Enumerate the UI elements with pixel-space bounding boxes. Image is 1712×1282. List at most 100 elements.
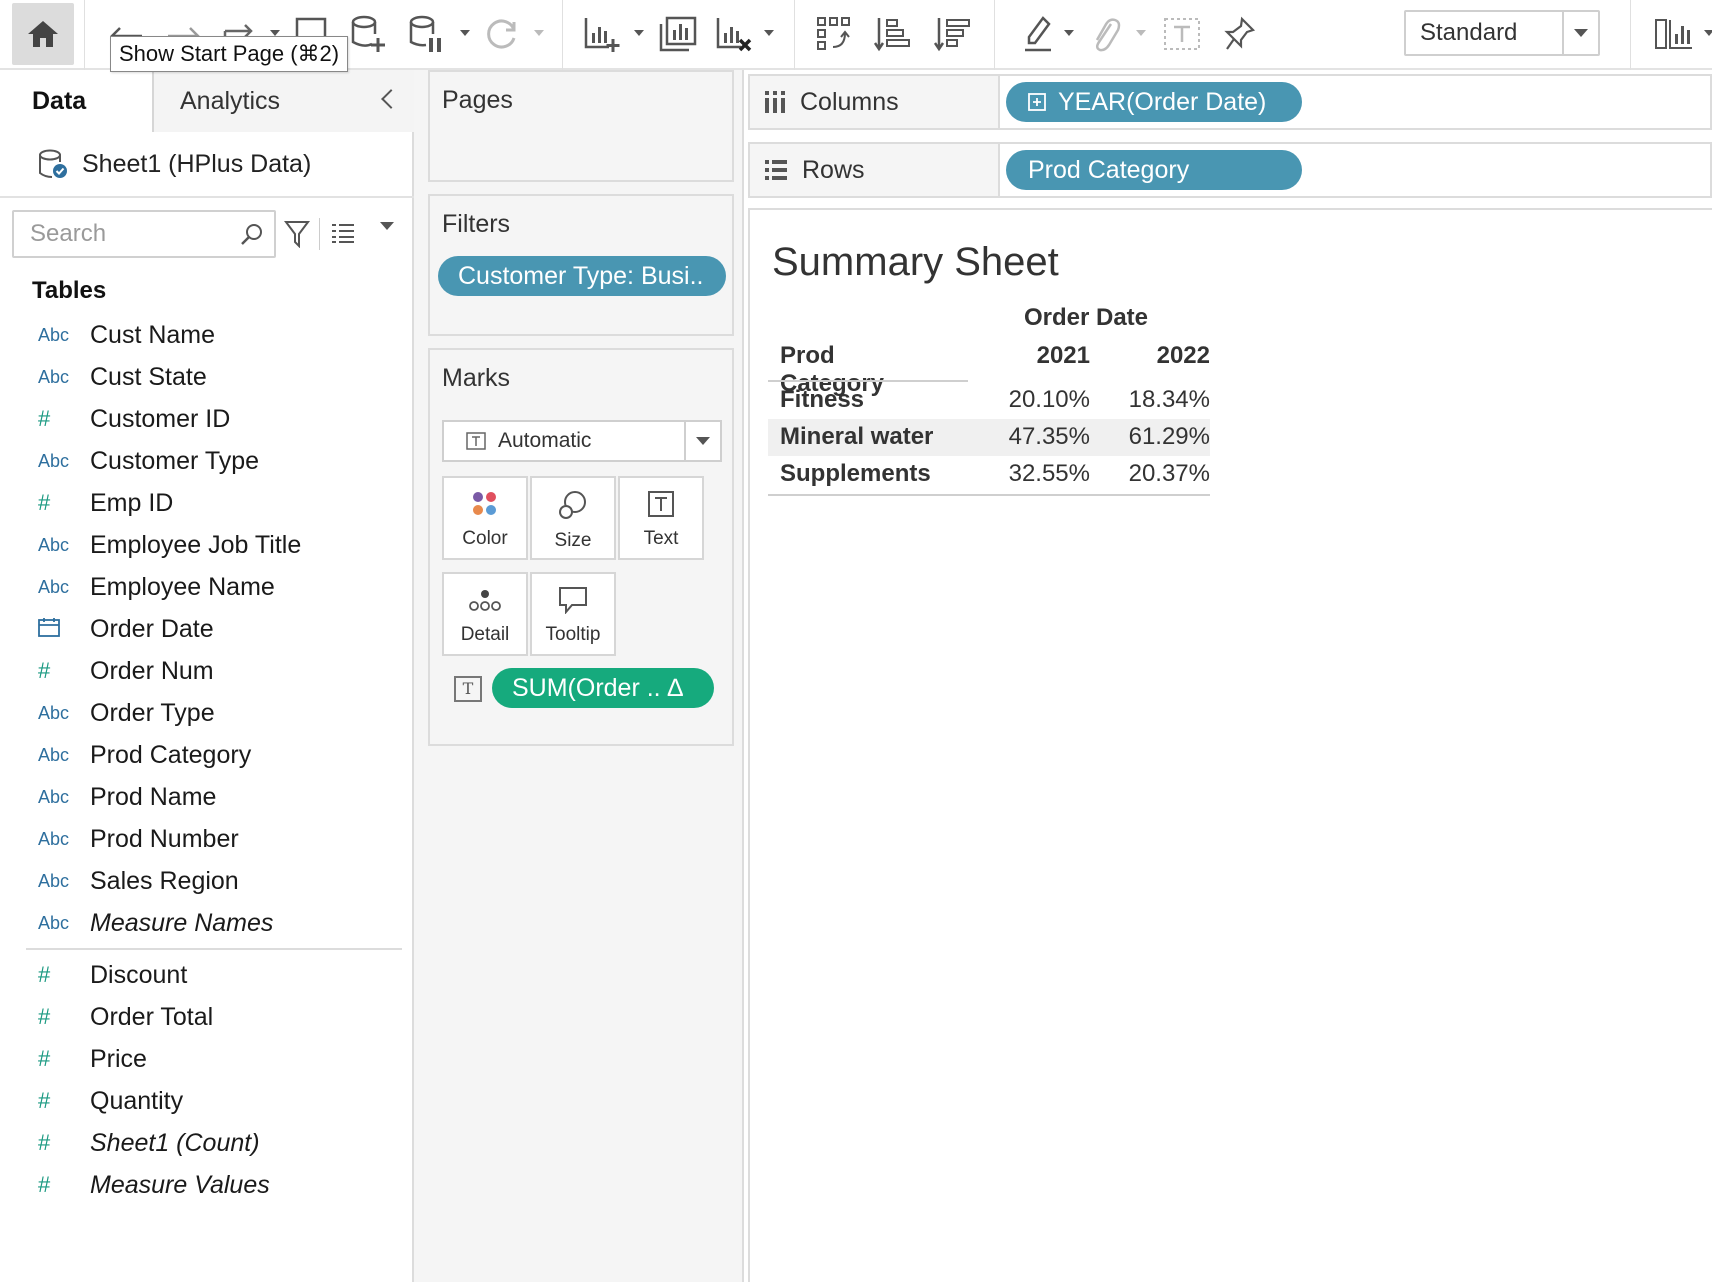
field-item[interactable]: Abc Cust Name bbox=[0, 314, 414, 356]
detail-button[interactable]: Detail bbox=[442, 572, 528, 656]
field-name: Measure Names bbox=[90, 908, 274, 937]
filter-icon[interactable] bbox=[284, 220, 310, 248]
list-view-icon[interactable] bbox=[330, 222, 356, 244]
field-item[interactable]: Order Date bbox=[0, 608, 414, 650]
clear-sheet-dropdown-icon[interactable] bbox=[764, 30, 774, 36]
highlight-dropdown-icon[interactable] bbox=[1064, 30, 1074, 36]
expand-plus-icon[interactable] bbox=[1028, 93, 1046, 111]
columns-pill-label: YEAR(Order Date) bbox=[1058, 88, 1267, 116]
filter-pill-customer-type[interactable]: Customer Type: Busi.. bbox=[438, 256, 726, 296]
pause-dropdown-icon[interactable] bbox=[460, 30, 470, 36]
new-worksheet-dropdown-icon[interactable] bbox=[634, 30, 644, 36]
size-button[interactable]: Size bbox=[530, 476, 616, 560]
field-item[interactable]: Abc Prod Name bbox=[0, 776, 414, 818]
field-item[interactable]: Abc Order Type bbox=[0, 692, 414, 734]
field-item[interactable]: Abc Employee Name bbox=[0, 566, 414, 608]
show-cards-button[interactable] bbox=[1652, 6, 1696, 62]
group-dropdown-icon[interactable] bbox=[1136, 30, 1146, 36]
columns-pill-year-order-date[interactable]: YEAR(Order Date) bbox=[1006, 82, 1302, 122]
pane-tabs: Data Analytics bbox=[0, 70, 414, 132]
number-type-icon: # bbox=[38, 406, 51, 431]
pages-shelf[interactable]: Pages bbox=[428, 70, 734, 182]
mark-type-dropdown[interactable]: Automatic bbox=[442, 420, 722, 462]
new-datasource-button[interactable] bbox=[346, 6, 390, 62]
refresh-button[interactable] bbox=[480, 6, 524, 62]
clear-sheet-button[interactable] bbox=[712, 6, 756, 62]
field-item[interactable]: # Order Total bbox=[0, 996, 414, 1038]
text-icon bbox=[648, 491, 674, 517]
swap-rows-columns-button[interactable] bbox=[812, 6, 856, 62]
tab-data[interactable]: Data bbox=[0, 70, 152, 132]
datasource-item[interactable]: Sheet1 (HPlus Data) bbox=[0, 132, 414, 198]
text-button[interactable]: Text bbox=[618, 476, 704, 560]
field-item[interactable]: # Price bbox=[0, 1038, 414, 1080]
field-item[interactable]: Abc Employee Job Title bbox=[0, 524, 414, 566]
field-item[interactable]: # Discount bbox=[0, 954, 414, 996]
field-item[interactable]: # Quantity bbox=[0, 1080, 414, 1122]
viz-canvas[interactable]: Summary Sheet Order Date Prod Category 2… bbox=[748, 208, 1712, 1282]
pause-updates-button[interactable] bbox=[404, 6, 448, 62]
string-type-icon: Abc bbox=[38, 576, 70, 597]
table-row[interactable]: Mineral water 47.35% 61.29% bbox=[768, 419, 1210, 456]
field-item[interactable]: Abc Cust State bbox=[0, 356, 414, 398]
column-header-year[interactable]: 2021 bbox=[990, 342, 1090, 370]
labels-button[interactable] bbox=[1160, 6, 1204, 62]
sort-ascending-button[interactable] bbox=[870, 6, 914, 62]
search-box bbox=[12, 210, 276, 258]
labels-icon bbox=[1164, 18, 1200, 50]
color-button[interactable]: Color bbox=[442, 476, 528, 560]
home-button[interactable] bbox=[12, 3, 74, 65]
tables-header: Tables bbox=[32, 277, 107, 304]
field-item[interactable]: Abc Prod Number bbox=[0, 818, 414, 860]
datasource-name: Sheet1 (HPlus Data) bbox=[82, 149, 312, 178]
field-item[interactable]: # Sheet1 (Count) bbox=[0, 1122, 414, 1164]
column-header-year[interactable]: 2022 bbox=[1110, 342, 1210, 370]
row-label: Mineral water bbox=[780, 423, 934, 450]
text-pill-sum-order[interactable]: SUM(Order .. ∆ bbox=[492, 668, 714, 708]
clear-sheet-icon bbox=[716, 18, 752, 52]
new-worksheet-button[interactable] bbox=[580, 6, 624, 62]
column-group-header[interactable]: Order Date bbox=[976, 304, 1196, 332]
rows-shelf[interactable]: Rows Prod Category bbox=[748, 142, 1712, 198]
fit-dropdown[interactable]: Standard bbox=[1404, 10, 1600, 56]
search-input[interactable] bbox=[14, 212, 234, 256]
pin-button[interactable] bbox=[1220, 6, 1260, 62]
field-item[interactable]: # Customer ID bbox=[0, 398, 414, 440]
show-cards-dropdown-icon[interactable] bbox=[1704, 30, 1712, 36]
new-datasource-icon bbox=[351, 15, 385, 52]
field-item[interactable]: # Emp ID bbox=[0, 482, 414, 524]
tab-analytics[interactable]: Analytics bbox=[152, 70, 414, 132]
table-cell: 32.55% bbox=[1008, 460, 1090, 487]
number-type-icon: # bbox=[38, 658, 51, 683]
search-row bbox=[12, 210, 408, 260]
field-item[interactable]: Abc Customer Type bbox=[0, 440, 414, 482]
field-item[interactable]: # Order Num bbox=[0, 650, 414, 692]
toolbar: Standard Show Start Page (⌘2) bbox=[0, 0, 1712, 72]
table-cell: 47.35% bbox=[1008, 423, 1090, 450]
group-button[interactable] bbox=[1086, 6, 1126, 62]
field-name: Sales Region bbox=[90, 866, 239, 895]
field-item[interactable]: # Measure Values bbox=[0, 1164, 414, 1206]
sheet-title[interactable]: Summary Sheet bbox=[772, 240, 1059, 285]
table-bottom-border bbox=[768, 494, 1210, 496]
duplicate-sheet-button[interactable] bbox=[656, 6, 700, 62]
view-options-dropdown-icon[interactable] bbox=[380, 222, 394, 248]
table-row[interactable]: Fitness 20.10% 18.34% bbox=[768, 382, 1210, 419]
string-type-icon: Abc bbox=[38, 786, 70, 807]
search-icon[interactable] bbox=[240, 222, 264, 246]
text-encoding-icon[interactable]: T bbox=[454, 676, 482, 702]
highlight-button[interactable] bbox=[1018, 6, 1058, 62]
field-name: Prod Category bbox=[90, 740, 252, 769]
field-item[interactable]: Abc Measure Names bbox=[0, 902, 414, 944]
rows-label: Rows bbox=[802, 155, 865, 184]
tooltip-button[interactable]: Tooltip bbox=[530, 572, 616, 656]
number-type-icon: # bbox=[38, 1088, 51, 1113]
field-item[interactable]: Abc Sales Region bbox=[0, 860, 414, 902]
field-item[interactable]: Abc Prod Category bbox=[0, 734, 414, 776]
table-row[interactable]: Supplements 32.55% 20.37% bbox=[768, 456, 1210, 493]
refresh-dropdown-icon[interactable] bbox=[534, 30, 544, 36]
columns-shelf[interactable]: Columns YEAR(Order Date) bbox=[748, 74, 1712, 130]
rows-pill-prod-category[interactable]: Prod Category bbox=[1006, 150, 1302, 190]
sort-descending-button[interactable] bbox=[930, 6, 974, 62]
filters-shelf[interactable]: Filters Customer Type: Busi.. bbox=[428, 194, 734, 336]
